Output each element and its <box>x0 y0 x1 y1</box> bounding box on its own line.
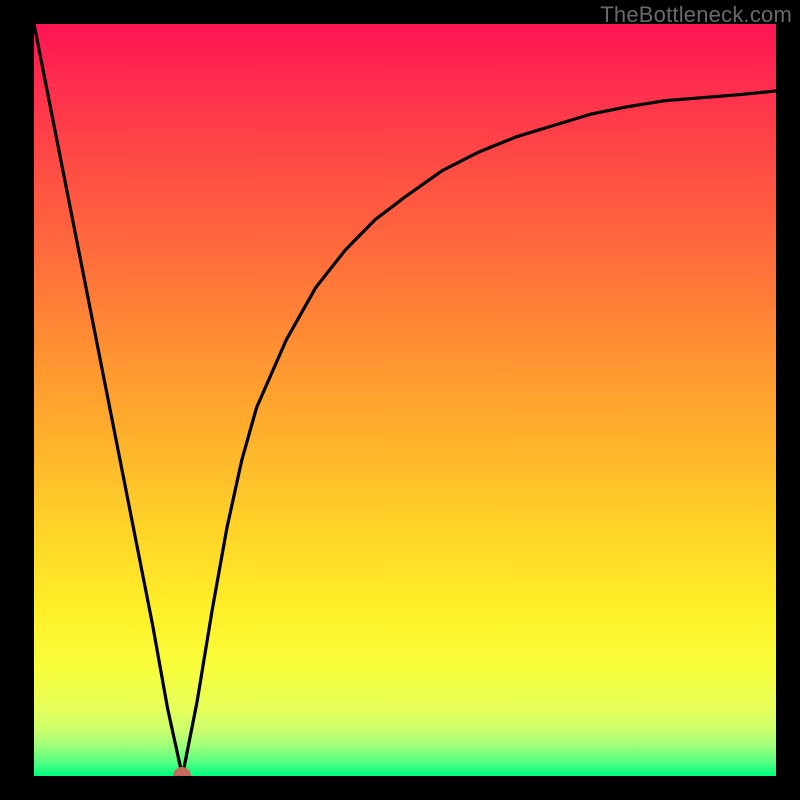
curve-svg <box>34 24 776 776</box>
chart-canvas: TheBottleneck.com <box>0 0 800 800</box>
curve-line <box>34 24 776 776</box>
watermark-text: TheBottleneck.com <box>600 2 792 28</box>
plot-area <box>34 24 776 776</box>
